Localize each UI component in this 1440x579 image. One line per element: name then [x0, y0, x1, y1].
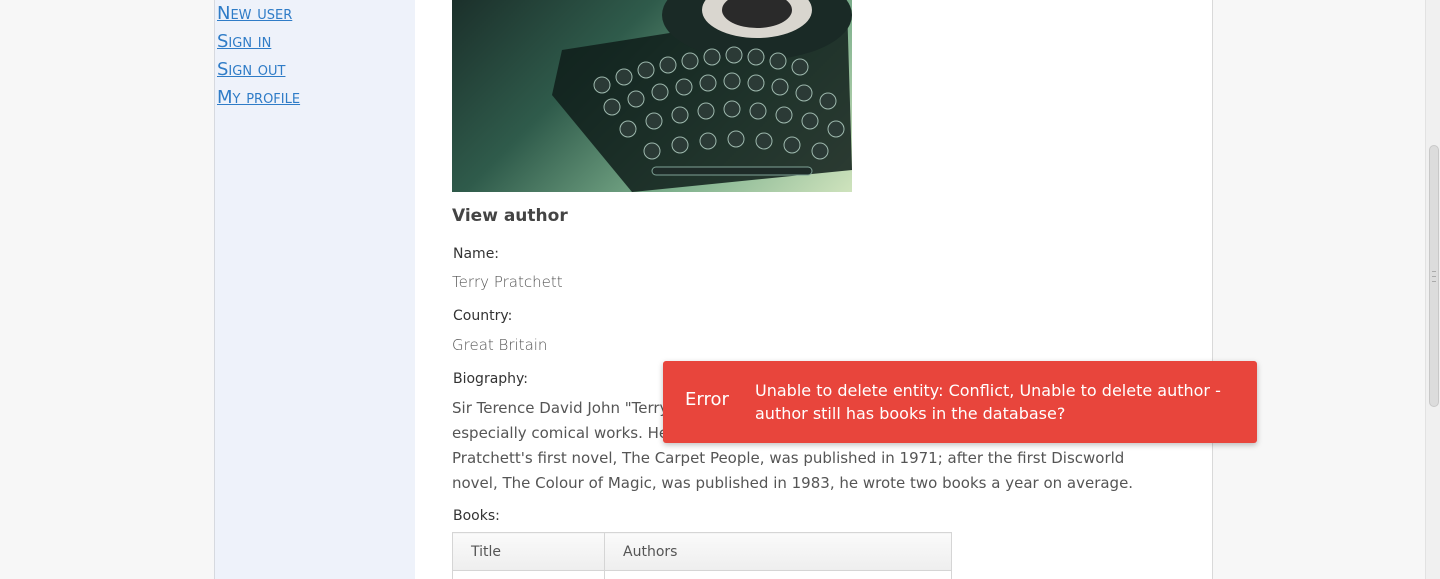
- table-cell: [604, 570, 952, 579]
- error-toast-message: Unable to delete entity: Conflict, Unabl…: [755, 381, 1221, 423]
- name-label: Name:: [453, 246, 500, 262]
- books-table: Title Authors: [452, 532, 952, 579]
- books-table-header: Title Authors: [452, 532, 952, 571]
- error-toast-title: Error: [685, 389, 729, 410]
- name-value: Terry Pratchett: [452, 273, 563, 291]
- scrollbar-thumb[interactable]: [1429, 145, 1439, 407]
- grip-icon: [1432, 271, 1436, 282]
- column-title[interactable]: Title: [452, 532, 605, 571]
- country-value: Great Britain: [452, 336, 548, 354]
- biography-label: Biography:: [453, 371, 529, 387]
- main-content: View author Name: Terry Pratchett Countr…: [415, 0, 1213, 579]
- sidebar-link-my-profile[interactable]: My profile: [217, 87, 300, 109]
- page: New user Sign in Sign out My profile Vie…: [0, 0, 1440, 579]
- author-photo: [452, 0, 852, 192]
- error-toast[interactable]: Error Unable to delete entity: Conflict,…: [663, 361, 1257, 443]
- table-row: [452, 570, 952, 579]
- sidebar-link-sign-out[interactable]: Sign out: [217, 59, 285, 81]
- books-label: Books:: [453, 508, 500, 524]
- section-title: View author: [452, 206, 568, 226]
- table-cell: [452, 570, 605, 579]
- sidebar-link-sign-in[interactable]: Sign in: [217, 31, 271, 53]
- country-label: Country:: [453, 308, 513, 324]
- sidebar: New user Sign in Sign out My profile: [214, 0, 416, 579]
- vertical-scrollbar[interactable]: [1425, 0, 1440, 579]
- column-authors[interactable]: Authors: [604, 532, 952, 571]
- typewriter-photo-icon: [552, 0, 852, 192]
- sidebar-link-new-user[interactable]: New user: [217, 3, 292, 25]
